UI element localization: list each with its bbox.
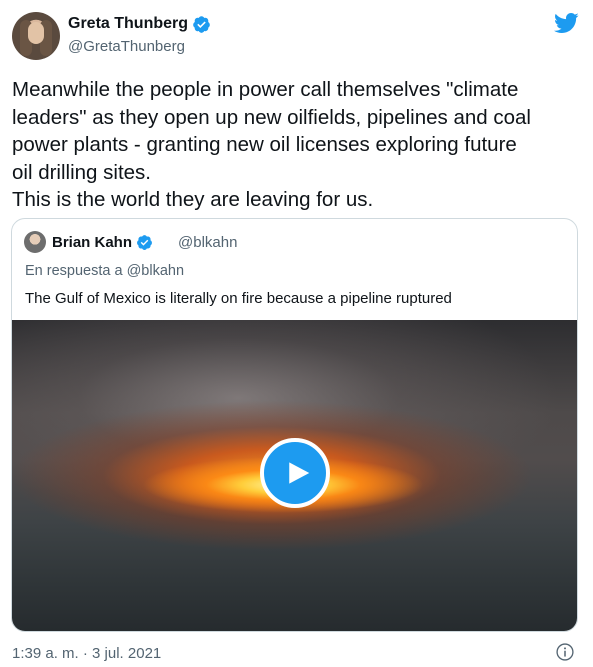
- verified-badge-icon: [137, 235, 152, 250]
- play-button[interactable]: [260, 438, 330, 508]
- tweet-text: Meanwhile the people in power call thems…: [12, 78, 531, 211]
- tweet-timestamp[interactable]: 1:39 a. m. · 3 jul. 2021: [12, 644, 161, 663]
- avatar-face: [28, 22, 44, 44]
- quoted-author-avatar[interactable]: [24, 231, 46, 253]
- quoted-author-name[interactable]: Brian Kahn: [52, 233, 132, 252]
- quoted-tweet-text: The Gulf of Mexico is literally on fire …: [25, 290, 452, 307]
- author-name[interactable]: Greta Thunberg: [68, 14, 188, 34]
- author-handle[interactable]: @GretaThunberg: [68, 37, 185, 57]
- info-icon[interactable]: [555, 642, 575, 662]
- author-avatar[interactable]: [12, 12, 60, 60]
- quoted-author-handle[interactable]: @blkahn: [178, 233, 237, 252]
- video-thumbnail[interactable]: [12, 320, 577, 631]
- verified-badge-icon: [193, 15, 210, 33]
- reply-context[interactable]: En respuesta a @blkahn: [25, 262, 184, 280]
- quoted-tweet[interactable]: Brian Kahn @blkahn En respuesta a @blkah…: [11, 218, 578, 632]
- twitter-bird-icon[interactable]: [553, 10, 579, 36]
- tweet-card: Greta Thunberg @GretaThunberg Meanwhile …: [0, 0, 593, 667]
- author-name-row[interactable]: Greta Thunberg: [68, 14, 211, 34]
- quoted-author-name-row[interactable]: Brian Kahn: [52, 233, 153, 252]
- play-icon: [288, 462, 309, 484]
